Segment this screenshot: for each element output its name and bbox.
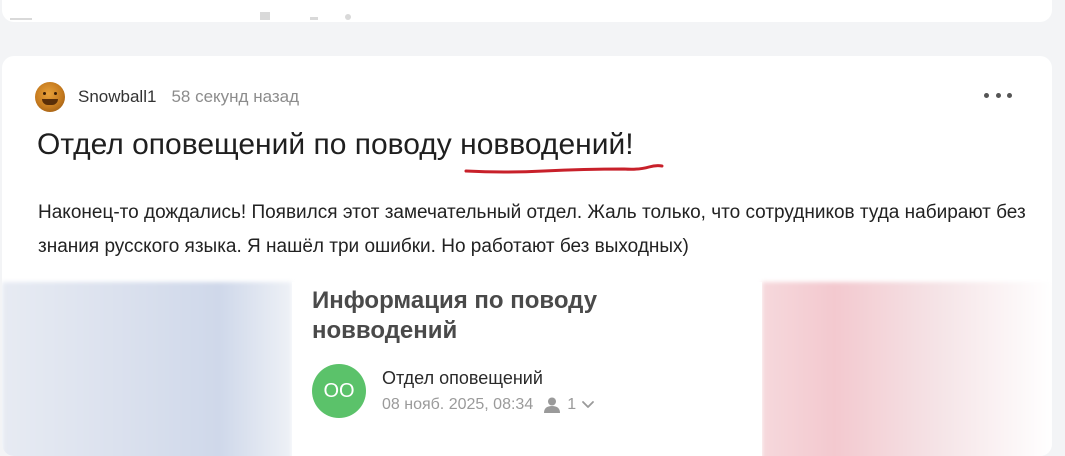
embedded-screenshot[interactable]: Информация по поводу новводений ОО Отдел…	[292, 282, 762, 456]
embed-date: 08 нояб. 2025, 08:34	[382, 396, 534, 413]
author-avatar[interactable]	[35, 82, 65, 112]
post-time: 58 секунд назад	[171, 87, 300, 106]
person-icon	[544, 397, 561, 413]
author-name[interactable]: Snowball1	[78, 87, 156, 107]
blurred-background-right	[762, 282, 1052, 456]
post-body: Наконец-то дождались! Появился этот заме…	[38, 202, 1026, 257]
previous-post-actions	[10, 8, 351, 20]
viewer-count: 1	[567, 396, 577, 413]
more-options-icon[interactable]	[984, 89, 1012, 101]
previous-post-card	[2, 0, 1052, 22]
post-card: Snowball1 58 секунд назад Отдел оповещен…	[2, 56, 1052, 456]
embed-meta: 08 нояб. 2025, 08:34 1	[382, 396, 595, 414]
spelling-underline	[464, 164, 664, 174]
department-avatar: ОО	[312, 364, 366, 418]
embed-title: Информация по поводу новводений	[312, 287, 598, 344]
post-title[interactable]: Отдел оповещений по поводу новводений!	[37, 128, 634, 162]
department-name: Отдел оповещений	[382, 368, 543, 388]
chevron-down-icon[interactable]	[581, 400, 595, 410]
post-header: Snowball1 58 секунд назад	[35, 82, 299, 112]
blurred-background-left	[2, 282, 292, 456]
